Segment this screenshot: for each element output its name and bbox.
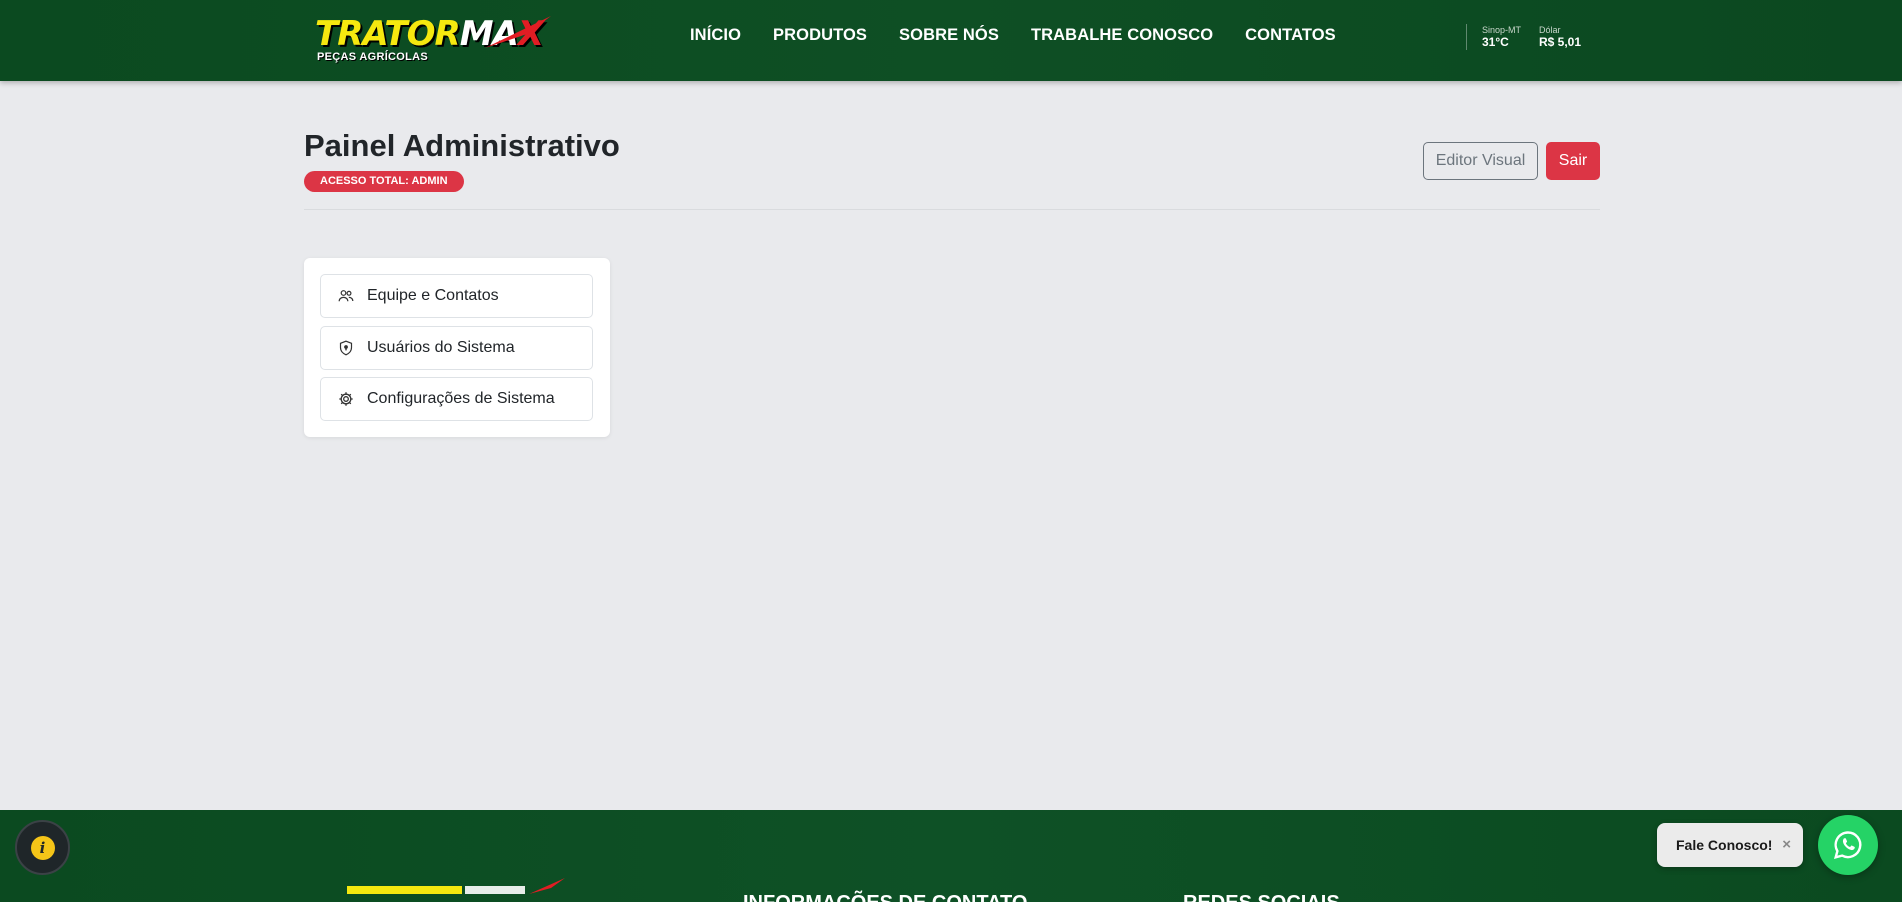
menu-item-equipe-contatos[interactable]: Equipe e Contatos (320, 274, 593, 318)
weather-city: Sinop-MT (1482, 25, 1522, 35)
title-divider (304, 209, 1600, 210)
nav-trabalhe-conosco[interactable]: TRABALHE CONOSCO (1031, 26, 1213, 50)
site-footer: INFORMAÇÕES DE CONTATO REDES SOCIAIS (0, 810, 1902, 902)
logout-button[interactable]: Sair (1546, 142, 1600, 180)
whatsapp-icon (1833, 831, 1862, 859)
nav-contatos[interactable]: CONTATOS (1245, 26, 1336, 50)
access-level-badge: ACESSO TOTAL: ADMIN (304, 171, 464, 192)
chat-prompt-bubble[interactable]: Fale Conosco! × (1657, 823, 1803, 867)
footer-logo-yellow (347, 886, 462, 894)
header-info-divider (1466, 24, 1467, 50)
footer-heading-contact: INFORMAÇÕES DE CONTATO (743, 892, 1027, 902)
currency-widget: Dólar R$ 5,01 (1539, 25, 1581, 50)
chat-prompt-label: Fale Conosco! (1676, 837, 1773, 853)
shield-icon (337, 339, 355, 357)
visual-editor-button[interactable]: Editor Visual (1423, 142, 1538, 180)
nav-produtos[interactable]: PRODUTOS (773, 26, 867, 50)
nav-sobre-nos[interactable]: SOBRE NÓS (899, 26, 999, 50)
weather-widget: Sinop-MT 31°C (1482, 25, 1521, 50)
logo-subtitle: PEÇAS AGRÍCOLAS (317, 51, 429, 63)
weather-temperature: 31°C (1482, 35, 1509, 49)
menu-item-label: Configurações de Sistema (367, 390, 555, 407)
accessibility-info-button[interactable]: i (15, 820, 70, 875)
footer-logo-white (465, 886, 525, 894)
page-title: Painel Administrativo (304, 128, 620, 163)
menu-item-label: Equipe e Contatos (367, 287, 499, 304)
whatsapp-button[interactable] (1818, 815, 1878, 875)
menu-item-usuarios-sistema[interactable]: Usuários do Sistema (320, 326, 593, 370)
menu-item-label: Usuários do Sistema (367, 339, 515, 356)
top-navbar: TRATORMAX PEÇAS AGRÍCOLAS INÍCIO PRODUTO… (0, 0, 1902, 81)
footer-logo-swoosh-icon (529, 878, 565, 894)
people-icon (337, 287, 355, 305)
admin-menu-card: Equipe e Contatos Usuários do Sistema Co… (304, 258, 610, 437)
currency-label: Dólar (1539, 25, 1561, 35)
close-icon[interactable]: × (1782, 836, 1791, 853)
logo-text-trator: TRATOR (315, 14, 461, 54)
gear-icon (337, 390, 355, 408)
nav-inicio[interactable]: INÍCIO (690, 26, 741, 50)
footer-heading-social: REDES SOCIAIS (1183, 892, 1340, 902)
tratormax-logo[interactable]: TRATORMAX PEÇAS AGRÍCOLAS (315, 12, 551, 68)
footer-logo (347, 876, 567, 902)
info-icon: i (30, 835, 55, 860)
currency-value: R$ 5,01 (1539, 35, 1582, 49)
logo-swoosh-icon (485, 16, 551, 48)
main-nav: INÍCIO PRODUTOS SOBRE NÓS TRABALHE CONOS… (690, 26, 1336, 50)
menu-item-configuracoes[interactable]: Configurações de Sistema (320, 377, 593, 421)
